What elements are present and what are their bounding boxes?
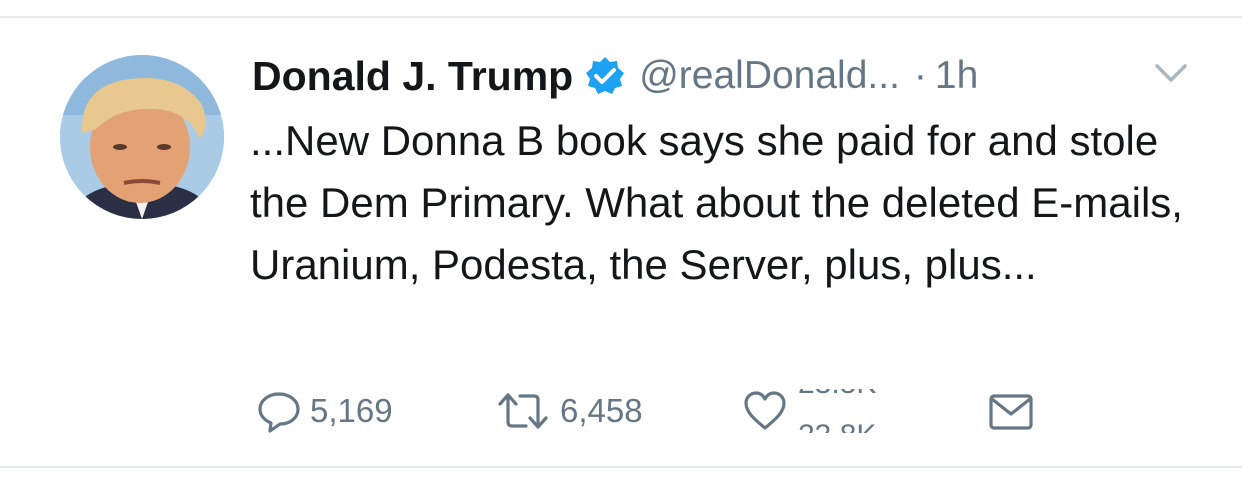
like-count-new: 23.8K	[798, 419, 876, 433]
direct-message-button[interactable]	[988, 392, 1034, 432]
tweet-header: Donald J. Trump @realDonald... · 1h	[252, 50, 978, 102]
retweet-count: 6,458	[560, 392, 643, 429]
author-name[interactable]: Donald J. Trump	[252, 53, 573, 100]
envelope-icon	[989, 394, 1033, 430]
bottom-divider	[0, 466, 1242, 468]
retweet-button[interactable]: 6,458	[494, 388, 643, 434]
like-button[interactable]: 23.5K 23.8K	[742, 388, 908, 434]
avatar[interactable]	[60, 55, 224, 219]
top-divider	[0, 16, 1242, 18]
like-count-ticker: 23.5K 23.8K	[798, 389, 908, 433]
avatar-image	[60, 55, 224, 219]
tweet-text: ...New Donna B book says she paid for an…	[250, 117, 1183, 288]
author-handle[interactable]: @realDonald...	[639, 54, 900, 98]
retweet-icon	[498, 393, 548, 429]
reply-count: 5,169	[310, 392, 393, 429]
separator-dot: ·	[913, 54, 927, 97]
chevron-down-icon[interactable]	[1154, 62, 1188, 84]
reply-button[interactable]: 5,169	[256, 388, 393, 434]
tweet-actions: 5,169 6,458 23.5K 23.8K	[0, 388, 1242, 444]
heart-icon	[744, 391, 786, 430]
verified-badge-icon	[585, 56, 625, 96]
reply-icon	[258, 392, 300, 433]
like-count-old: 23.5K	[798, 389, 876, 401]
tweet-timestamp[interactable]: 1h	[935, 54, 978, 98]
